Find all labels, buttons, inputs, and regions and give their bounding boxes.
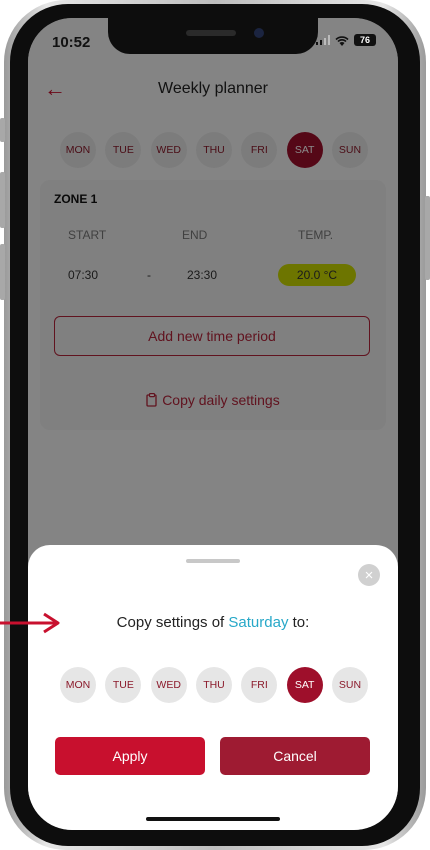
home-indicator[interactable] [146, 817, 280, 821]
volume-up-button [0, 172, 5, 228]
mute-switch [0, 118, 5, 142]
prompt-prefix: Copy settings of [116, 614, 229, 631]
notch [108, 18, 318, 54]
source-day-highlight: Saturday [228, 614, 289, 631]
copy-settings-sheet: × Copy settings of Saturday to: MON TUE … [28, 545, 398, 830]
close-icon[interactable]: × [358, 564, 380, 586]
speaker [186, 30, 236, 36]
status-icons: 76 [316, 34, 376, 46]
target-day-sun[interactable]: SUN [331, 667, 368, 703]
volume-down-button [0, 244, 5, 300]
target-day-tue[interactable]: TUE [105, 667, 142, 703]
target-day-wed[interactable]: WED [150, 667, 187, 703]
status-time: 10:52 [52, 34, 91, 51]
target-day-mon[interactable]: MON [60, 667, 96, 703]
app-screen: 10:52 76 ← Weekly planner MON TUE WED TH… [28, 18, 398, 830]
drag-handle[interactable] [186, 559, 240, 563]
arrow-right-icon [0, 612, 60, 634]
front-camera [254, 28, 264, 38]
signal-icon [316, 35, 330, 45]
apply-button[interactable]: Apply [55, 737, 205, 775]
copy-settings-prompt: Copy settings of Saturday to: [28, 614, 398, 631]
target-day-selector: MON TUE WED THU FRI SAT SUN [60, 667, 368, 703]
cancel-button[interactable]: Cancel [220, 737, 370, 775]
target-day-sat[interactable]: SAT [286, 667, 323, 703]
power-button [425, 196, 430, 280]
target-day-fri[interactable]: FRI [241, 667, 278, 703]
wifi-icon [335, 35, 349, 46]
battery-icon: 76 [354, 34, 376, 46]
target-day-thu[interactable]: THU [195, 667, 232, 703]
prompt-suffix: to: [288, 614, 310, 631]
